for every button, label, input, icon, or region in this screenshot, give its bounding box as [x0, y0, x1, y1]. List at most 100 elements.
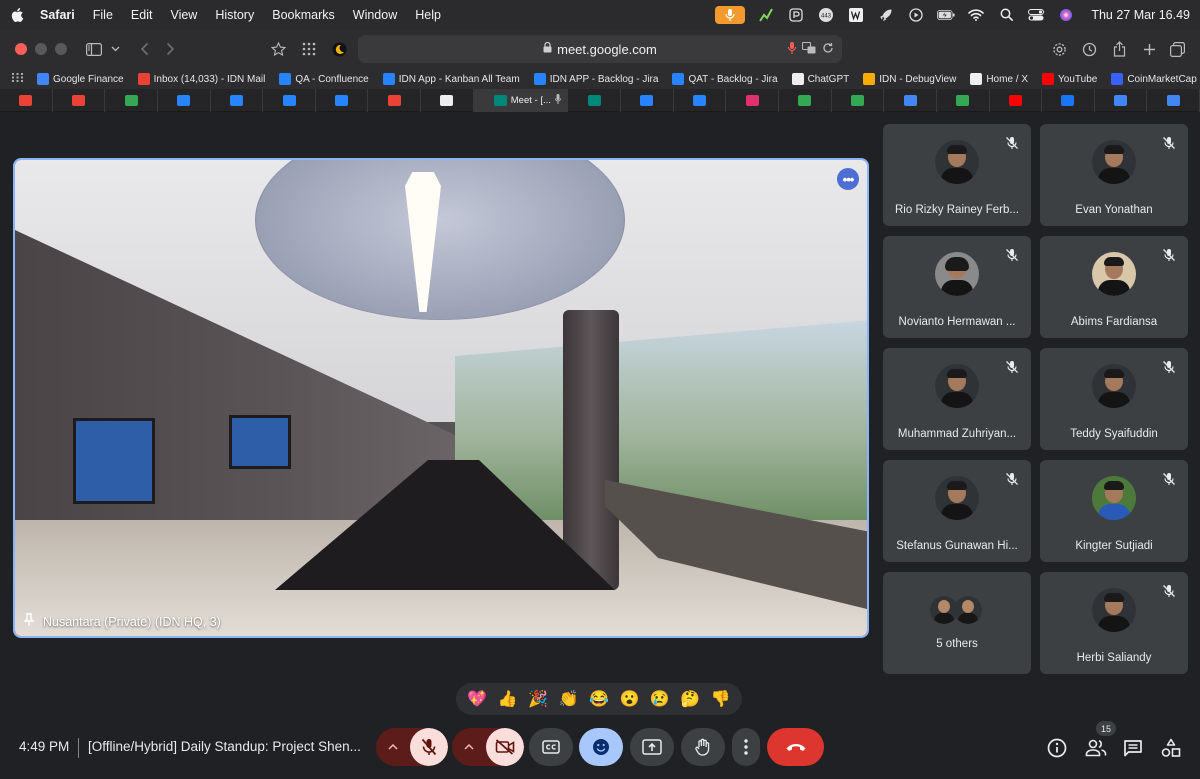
- apple-icon[interactable]: [10, 7, 24, 23]
- chat-icon[interactable]: [1121, 736, 1145, 760]
- bookmark-idn-mail[interactable]: Inbox (14,033) - IDN Mail: [137, 73, 265, 85]
- menu-file[interactable]: File: [93, 8, 113, 22]
- browser-tab[interactable]: [779, 88, 832, 112]
- menu-app-safari[interactable]: Safari: [40, 8, 75, 22]
- more-options-button[interactable]: •••: [837, 168, 859, 190]
- browser-tab[interactable]: [1147, 88, 1200, 112]
- browser-tab[interactable]: [674, 88, 727, 112]
- participant-tile[interactable]: Stefanus Gunawan Hi...: [883, 460, 1031, 562]
- participant-tile[interactable]: Abims Fardiansa: [1040, 236, 1188, 338]
- address-bar[interactable]: meet.google.com: [358, 35, 842, 63]
- pen-icon[interactable]: [787, 7, 805, 23]
- bookmark-coinmarketcap[interactable]: CoinMarketCap: [1111, 73, 1197, 85]
- tab-google-meet[interactable]: Meet - [...: [473, 88, 569, 112]
- participant-tile[interactable]: Muhammad Zuhriyan...: [883, 348, 1031, 450]
- browser-tab[interactable]: [158, 88, 211, 112]
- bookmark-chatgpt[interactable]: ChatGPT: [791, 73, 849, 85]
- more-options-vertical-icon[interactable]: [732, 728, 760, 766]
- bookmarks-grid-icon[interactable]: [12, 73, 23, 85]
- reaction-thumbs-down[interactable]: 👎: [710, 688, 732, 710]
- main-video-stage[interactable]: ••• Nusantara (Private) (IDN HQ, 3): [13, 158, 869, 638]
- microphone-off-button[interactable]: [410, 728, 448, 766]
- bookmark-qa-confluence[interactable]: QA - Confluence: [279, 73, 369, 85]
- people-icon[interactable]: [1084, 736, 1108, 760]
- bookmark-idn-app-backlog[interactable]: IDN APP - Backlog - Jira: [533, 73, 658, 85]
- menu-help[interactable]: Help: [415, 8, 441, 22]
- bookmark-debugview[interactable]: IDN - DebugView: [863, 73, 956, 85]
- microphone-active-icon[interactable]: [787, 41, 797, 57]
- menu-bookmarks[interactable]: Bookmarks: [272, 8, 335, 22]
- battery-icon[interactable]: [937, 7, 955, 23]
- browser-tab[interactable]: [53, 88, 106, 112]
- menu-bar-clock[interactable]: Thu 27 Mar 16.49: [1091, 8, 1190, 22]
- menu-history[interactable]: History: [215, 8, 254, 22]
- zoom-window-button[interactable]: [55, 43, 67, 55]
- reaction-laughing[interactable]: 😂: [588, 688, 610, 710]
- reaction-thinking[interactable]: 🤔: [679, 688, 701, 710]
- emoji-reactions-button[interactable]: [579, 728, 623, 766]
- graph-icon[interactable]: [757, 7, 775, 23]
- captions-button[interactable]: [529, 728, 573, 766]
- audio-options-chevron-icon[interactable]: [376, 728, 410, 766]
- participant-tile[interactable]: Rio Rizky Rainey Ferb...: [883, 124, 1031, 226]
- browser-tab[interactable]: [1042, 88, 1095, 112]
- grid-icon[interactable]: [296, 38, 322, 60]
- reaction-surprised[interactable]: 😮: [618, 688, 640, 710]
- participant-tile[interactable]: Teddy Syaifuddin: [1040, 348, 1188, 450]
- translate-icon[interactable]: [802, 41, 816, 57]
- tab-microphone-icon[interactable]: [554, 93, 561, 107]
- leave-call-button[interactable]: [767, 728, 824, 766]
- participant-tile[interactable]: Herbi Saliandy: [1040, 572, 1188, 674]
- bookmark-youtube[interactable]: YouTube: [1042, 73, 1097, 85]
- reload-icon[interactable]: [822, 42, 834, 57]
- recording-icon[interactable]: [715, 5, 746, 24]
- camera-off-button[interactable]: [486, 728, 524, 766]
- raise-hand-button[interactable]: [681, 728, 725, 766]
- browser-tab[interactable]: [1095, 88, 1148, 112]
- browser-tab[interactable]: [832, 88, 885, 112]
- browser-tab[interactable]: [990, 88, 1043, 112]
- history-clock-icon[interactable]: [1076, 38, 1102, 60]
- forward-arrow-icon[interactable]: [157, 38, 183, 60]
- play-icon[interactable]: [907, 7, 925, 23]
- bookmark-kanban[interactable]: IDN App - Kanban All Team: [382, 73, 520, 85]
- sidebar-toggle-icon[interactable]: [81, 38, 107, 60]
- tab-overview-icon[interactable]: [1164, 38, 1190, 60]
- browser-tab[interactable]: [368, 88, 422, 112]
- new-tab-plus-icon[interactable]: [1136, 38, 1162, 60]
- share-icon[interactable]: [1106, 38, 1132, 60]
- browser-tab[interactable]: [0, 88, 53, 112]
- menu-window[interactable]: Window: [353, 8, 397, 22]
- pin-icon[interactable]: [23, 613, 35, 630]
- browser-tab[interactable]: [421, 88, 474, 112]
- participant-tile[interactable]: Kingter Sutjiadi: [1040, 460, 1188, 562]
- control-center-icon[interactable]: [1027, 7, 1045, 23]
- close-window-button[interactable]: [15, 43, 27, 55]
- others-tile[interactable]: 5 others: [883, 572, 1031, 674]
- wifi-icon[interactable]: [967, 7, 985, 23]
- back-arrow-icon[interactable]: [131, 38, 157, 60]
- browser-tab[interactable]: [568, 88, 622, 112]
- browser-tab[interactable]: [937, 88, 990, 112]
- reaction-thumbs-up[interactable]: 👍: [497, 688, 519, 710]
- participant-tile[interactable]: Evan Yonathan: [1040, 124, 1188, 226]
- reaction-clapping[interactable]: 👏: [558, 688, 580, 710]
- video-options-chevron-icon[interactable]: [452, 728, 486, 766]
- reaction-party-popper[interactable]: 🎉: [527, 688, 549, 710]
- browser-tab[interactable]: [621, 88, 674, 112]
- search-icon[interactable]: [997, 7, 1015, 23]
- rocket-icon[interactable]: [877, 7, 895, 23]
- settings-gear-icon[interactable]: [1046, 38, 1072, 60]
- browser-tab[interactable]: [105, 88, 158, 112]
- word-icon[interactable]: [847, 7, 865, 23]
- bookmark-google-finance[interactable]: Google Finance: [37, 73, 124, 85]
- browser-tab[interactable]: [316, 88, 369, 112]
- menu-edit[interactable]: Edit: [131, 8, 153, 22]
- reaction-sparkling-heart[interactable]: 💖: [466, 688, 488, 710]
- menu-view[interactable]: View: [170, 8, 197, 22]
- bookmark-qat-backlog[interactable]: QAT - Backlog - Jira: [672, 73, 778, 85]
- activities-icon[interactable]: [1159, 736, 1183, 760]
- siri-icon[interactable]: [1057, 7, 1075, 23]
- dark-mode-extension-icon[interactable]: [326, 38, 352, 60]
- participant-tile[interactable]: Novianto Hermawan ...: [883, 236, 1031, 338]
